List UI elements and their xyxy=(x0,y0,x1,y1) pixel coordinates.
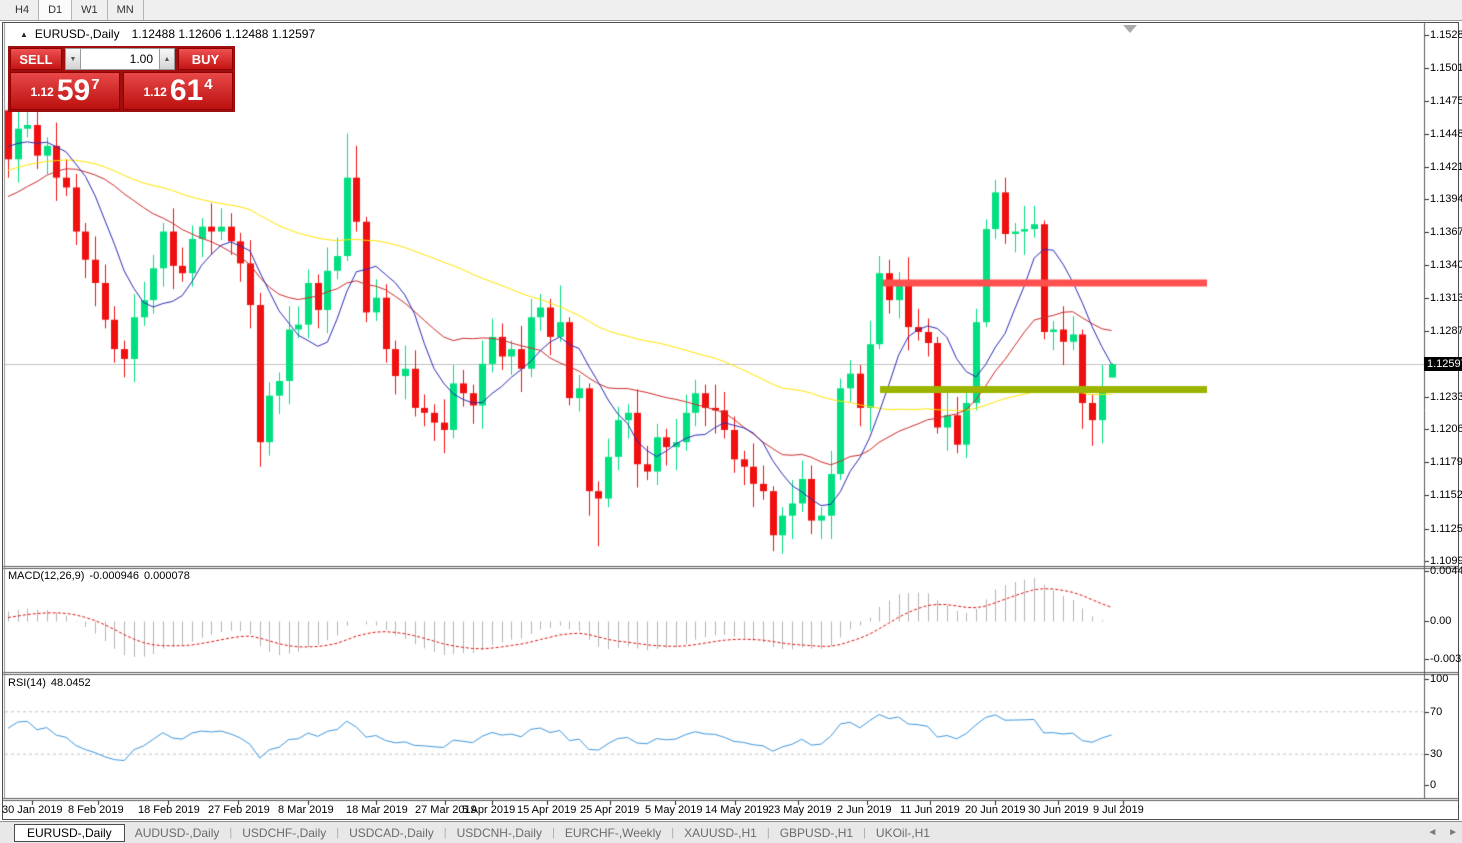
date-axis-label: 2 Jun 2019 xyxy=(837,804,891,816)
indicator-axis-label: 70 xyxy=(1430,706,1442,718)
price-axis-label: 1.11795 xyxy=(1430,456,1462,468)
tab-scroll-left-icon[interactable]: ◄ xyxy=(1427,827,1437,838)
indicator-axis-label: -0.003715 xyxy=(1430,653,1462,665)
buy-price-sup: 4 xyxy=(204,76,212,93)
price-axis-label: 1.12065 xyxy=(1430,423,1462,435)
collapse-triangle-icon[interactable]: ▲ xyxy=(20,30,28,39)
sell-price-big: 59 xyxy=(57,73,90,109)
sell-price-sup: 7 xyxy=(91,76,99,93)
sell-button[interactable]: SELL xyxy=(10,48,62,70)
chart-canvas[interactable] xyxy=(0,0,1462,843)
chart-symbol-period: EURUSD-,Daily xyxy=(35,27,120,41)
date-axis-label: 23 May 2019 xyxy=(768,804,832,816)
buy-price-display[interactable]: 1.12 61 4 xyxy=(123,72,233,110)
sell-price-prefix: 1.12 xyxy=(30,85,53,99)
rsi-name: RSI(14) xyxy=(8,677,46,689)
macd-name: MACD(12,26,9) xyxy=(8,570,84,582)
indicator-axis-label: 0 xyxy=(1430,779,1436,791)
volume-decrease-button[interactable]: ▼ xyxy=(65,48,81,70)
date-axis-label: 14 May 2019 xyxy=(705,804,769,816)
buy-button[interactable]: BUY xyxy=(178,48,233,70)
price-axis-label: 1.12870 xyxy=(1430,325,1462,337)
date-axis-label: 11 Jun 2019 xyxy=(900,804,960,816)
indicator-axis-label: 0.00 xyxy=(1430,615,1451,627)
symbol-tab-usdchf-daily[interactable]: USDCHF-,Daily xyxy=(232,826,336,840)
date-axis-label: 8 Feb 2019 xyxy=(68,804,124,816)
price-axis-label: 1.11255 xyxy=(1430,523,1462,535)
symbol-tab-eurusd-daily[interactable]: EURUSD-,Daily xyxy=(14,824,125,842)
volume-increase-button[interactable]: ▲ xyxy=(159,48,175,70)
price-axis-label: 1.14750 xyxy=(1430,95,1462,107)
one-click-trading-panel: SELL ▼ 1.00 ▲ BUY 1.12 59 7 1.12 61 4 xyxy=(8,46,235,112)
price-axis-label: 1.13945 xyxy=(1430,193,1462,205)
date-axis-label: 30 Jun 2019 xyxy=(1028,804,1089,816)
date-axis-label: 20 Jun 2019 xyxy=(965,804,1026,816)
volume-stepper: ▼ 1.00 ▲ xyxy=(65,48,175,70)
indicator-axis-label: 0.004465 xyxy=(1430,565,1462,577)
symbol-tab-eurchf-weekly[interactable]: EURCHF-,Weekly xyxy=(555,826,671,840)
price-axis-label: 1.14210 xyxy=(1430,161,1462,173)
macd-value-signal: 0.000078 xyxy=(144,570,190,582)
price-axis-label: 1.13135 xyxy=(1430,292,1462,304)
symbol-tab-usdcad-daily[interactable]: USDCAD-,Daily xyxy=(339,826,444,840)
symbol-tab-ukoil-h1[interactable]: UKOil-,H1 xyxy=(866,826,940,840)
date-axis-label: 8 Mar 2019 xyxy=(278,804,334,816)
price-axis-label: 1.14480 xyxy=(1430,128,1462,140)
macd-indicator-label: MACD(12,26,9) -0.000946 0.000078 xyxy=(8,570,195,582)
date-axis-label: 9 Jul 2019 xyxy=(1093,804,1144,816)
indicator-axis-label: 100 xyxy=(1430,673,1448,685)
symbol-tab-bar: EURUSD-,DailyAUDUSD-,Daily|USDCHF-,Daily… xyxy=(0,821,1462,843)
chart-title: ▲ EURUSD-,Daily 1.12488 1.12606 1.12488 … xyxy=(20,27,315,41)
date-axis-label: 18 Feb 2019 xyxy=(138,804,200,816)
price-axis-label: 1.15285 xyxy=(1430,29,1462,41)
volume-input[interactable]: 1.00 xyxy=(81,48,159,70)
date-axis-label: 5 Apr 2019 xyxy=(462,804,515,816)
tab-scroll-right-icon[interactable]: ► xyxy=(1448,827,1458,838)
price-axis-label: 1.15015 xyxy=(1430,62,1462,74)
symbol-tab-gbpusd-h1[interactable]: GBPUSD-,H1 xyxy=(770,826,863,840)
date-axis-label: 5 May 2019 xyxy=(645,804,702,816)
chart-ohlc-values: 1.12488 1.12606 1.12488 1.12597 xyxy=(132,27,316,41)
current-price-tag: 1.12597 xyxy=(1424,357,1462,371)
sell-price-display[interactable]: 1.12 59 7 xyxy=(10,72,120,110)
date-axis-label: 15 Apr 2019 xyxy=(517,804,576,816)
chart-shift-marker-icon[interactable] xyxy=(1123,25,1137,33)
macd-value-main: -0.000946 xyxy=(89,570,139,582)
price-axis-label: 1.11525 xyxy=(1430,489,1462,501)
price-axis-label: 1.13405 xyxy=(1430,259,1462,271)
buy-price-prefix: 1.12 xyxy=(143,85,166,99)
date-axis-label: 18 Mar 2019 xyxy=(346,804,408,816)
price-axis-label: 1.12330 xyxy=(1430,391,1462,403)
rsi-value: 48.0452 xyxy=(51,677,91,689)
date-axis-label: 25 Apr 2019 xyxy=(580,804,639,816)
tab-scroll-arrows: ◄ ► xyxy=(1419,827,1458,838)
price-axis-label: 1.13675 xyxy=(1430,226,1462,238)
symbol-tab-audusd-daily[interactable]: AUDUSD-,Daily xyxy=(125,826,230,840)
indicator-axis-label: 30 xyxy=(1430,748,1442,760)
date-axis-label: 30 Jan 2019 xyxy=(2,804,63,816)
symbol-tab-xauusd-h1[interactable]: XAUUSD-,H1 xyxy=(674,826,767,840)
terminal-root: H4D1W1MN ▲ EURUSD-,Daily 1.12488 1.12606… xyxy=(0,0,1462,843)
date-axis-label: 27 Feb 2019 xyxy=(208,804,270,816)
symbol-tab-usdcnh-daily[interactable]: USDCNH-,Daily xyxy=(447,826,552,840)
buy-price-big: 61 xyxy=(170,73,203,109)
rsi-indicator-label: RSI(14) 48.0452 xyxy=(8,677,96,689)
